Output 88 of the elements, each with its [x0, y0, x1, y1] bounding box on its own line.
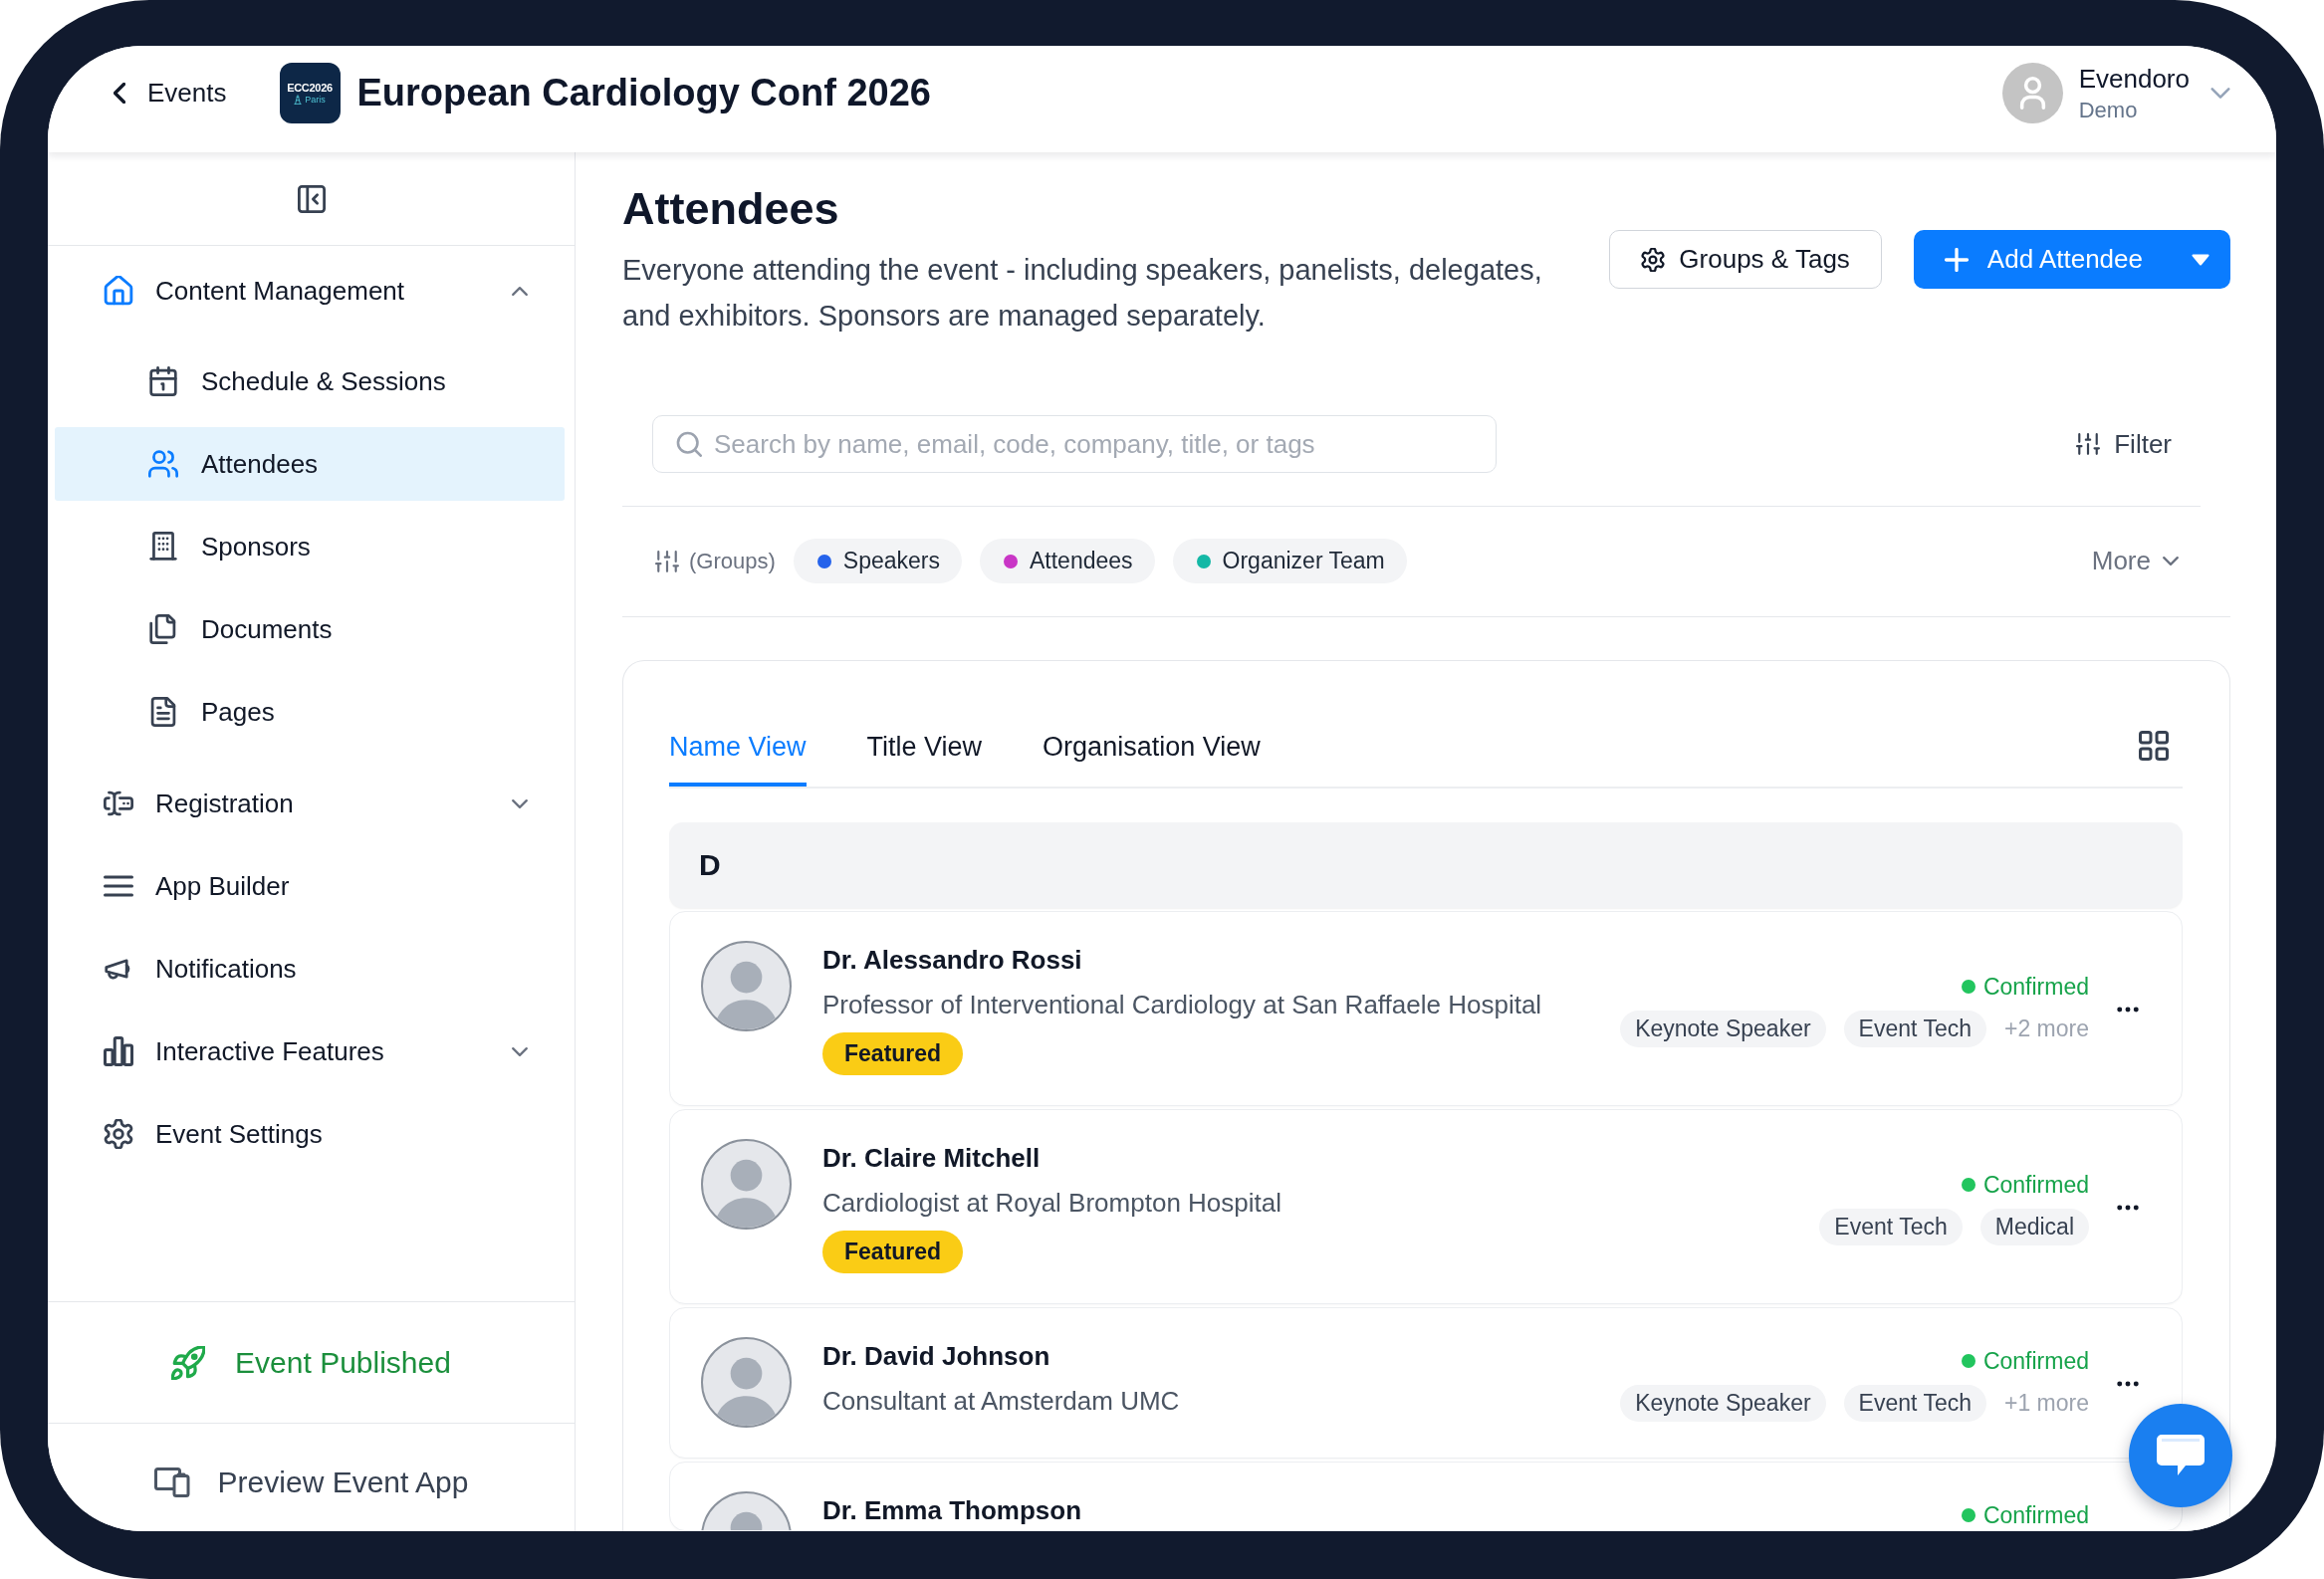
- status-label: Confirmed: [1982, 1346, 2089, 1375]
- more-icon[interactable]: [2117, 1205, 2139, 1211]
- preview-app-button[interactable]: Preview Event App: [153, 1466, 469, 1499]
- nav-item[interactable]: Event Settings: [55, 1097, 565, 1171]
- tag-chip: Medical: [1979, 1208, 2089, 1245]
- calendar-icon: [148, 366, 178, 396]
- attendee-row[interactable]: Dr. Claire Mitchell Cardiologist at Royal Brompton Hospital Featured Confirmed Event Tech Medical: [669, 1109, 2183, 1304]
- user-name: Evendoro: [2078, 63, 2190, 94]
- attendee-title: Cardiologist at Royal Brompton Hospital: [822, 1187, 1281, 1219]
- file-text-icon: [148, 697, 178, 727]
- groups-tags-button[interactable]: Groups & Tags: [1609, 230, 1882, 289]
- group-chip[interactable]: Speakers: [793, 539, 962, 583]
- tag-chip: Event Tech: [1843, 1384, 1986, 1422]
- view-tab[interactable]: Name View: [669, 731, 807, 787]
- attendee-name: Dr. Emma Thompson: [822, 1494, 1082, 1526]
- page-description: Everyone attending the event - including speakers, panelists, delegates, and exhibitors. Sponsors are managed separately.: [622, 253, 1543, 334]
- sidebar-collapse-icon[interactable]: [297, 184, 326, 213]
- sliders-icon: [655, 550, 679, 572]
- attendee-title: Consultant at Amsterdam UMC: [822, 1385, 1180, 1417]
- chevron-left-icon: [114, 83, 125, 104]
- status-label: Confirmed: [1982, 1500, 2089, 1529]
- more-tags-label: +2 more: [2004, 1015, 2089, 1042]
- featured-badge: Featured: [822, 1231, 964, 1273]
- user-subtitle: Demo: [2078, 97, 2139, 123]
- page-title: Attendees: [622, 182, 840, 236]
- tag-chip: Event Tech: [1819, 1208, 1963, 1245]
- caret-icon: [2192, 253, 2209, 266]
- nav-subitem[interactable]: Schedule & Sessions: [55, 344, 565, 418]
- nav-item[interactable]: Interactive Features: [55, 1015, 565, 1088]
- files-icon: [148, 614, 178, 644]
- gear-icon: [104, 1119, 133, 1149]
- rocket-icon: [171, 1345, 206, 1380]
- home-icon: [104, 276, 133, 306]
- more-icon[interactable]: [2117, 1381, 2139, 1387]
- more-tags-label: +1 more: [2004, 1389, 2089, 1417]
- bar-chart-icon: [104, 1036, 133, 1066]
- text-cursor-icon: [104, 789, 133, 818]
- nav-item[interactable]: Content Management: [55, 254, 565, 328]
- group-chip[interactable]: Organizer Team: [1172, 539, 1407, 583]
- tag-chip: Event Tech: [1843, 1010, 1986, 1047]
- grid-icon[interactable]: [2139, 731, 2169, 761]
- chevron-down-icon[interactable]: [512, 798, 528, 808]
- status-label: Confirmed: [1982, 972, 2089, 1001]
- view-tab[interactable]: Title View: [866, 731, 983, 787]
- attendee-row[interactable]: Dr. David Johnson Consultant at Amsterdam UMC Confirmed Keynote Speaker Event Tech +1 more: [669, 1307, 2183, 1459]
- add-attendee-button[interactable]: Add Attendee: [1913, 230, 2230, 289]
- tower-icon: [294, 95, 303, 105]
- nav-item[interactable]: Notifications: [55, 932, 565, 1006]
- chevron-down-icon[interactable]: [2210, 88, 2230, 99]
- featured-badge: Featured: [822, 1032, 964, 1075]
- search-field[interactable]: Search by name, email, code, company, title, or tags: [652, 415, 1497, 473]
- nav-subitem[interactable]: Pages: [55, 675, 565, 749]
- groups-label: (Groups): [689, 548, 776, 574]
- plus-icon: [1944, 247, 1969, 272]
- attendee-row[interactable]: Dr. Emma Thompson Confirmed: [669, 1462, 2183, 1531]
- settings-icon: [1641, 247, 1666, 272]
- nav-subitem[interactable]: Sponsors: [55, 510, 565, 583]
- attendee-title: Professor of Interventional Cardiology at San Raffaele Hospital: [822, 989, 1542, 1020]
- devices-icon: [153, 1467, 190, 1497]
- more-groups-button[interactable]: More: [2091, 546, 2179, 576]
- users-icon: [148, 449, 178, 479]
- attendee-row[interactable]: Dr. Alessandro Rossi Professor of Interventional Cardiology at San Raffaele Hospital Featured Confirmed Keynote Speaker Event Tech +2 more: [669, 911, 2183, 1106]
- logo-city: Paris: [305, 95, 326, 105]
- building-icon: [148, 532, 178, 562]
- back-link[interactable]: Events: [114, 78, 227, 109]
- nav-item[interactable]: Registration: [55, 767, 565, 840]
- section-letter-header: D: [669, 822, 2183, 908]
- chevron-down-icon: [2163, 557, 2179, 565]
- tag-chip: Keynote Speaker: [1620, 1010, 1826, 1047]
- status-label: Confirmed: [1982, 1170, 2089, 1199]
- sliders-icon: [2076, 432, 2101, 456]
- publish-status-button[interactable]: Event Published: [171, 1345, 451, 1380]
- logo-text: ECC2026: [287, 82, 333, 94]
- group-chip[interactable]: Attendees: [979, 539, 1155, 583]
- search-icon: [676, 431, 702, 457]
- nav-subitem[interactable]: Documents: [55, 592, 565, 666]
- view-tab[interactable]: Organisation View: [1043, 731, 1261, 787]
- chevron-up-icon[interactable]: [512, 286, 528, 296]
- filter-button[interactable]: Filter: [2076, 428, 2172, 460]
- attendee-name: Dr. Alessandro Rossi: [822, 944, 1082, 976]
- attendee-name: Dr. Claire Mitchell: [822, 1142, 1041, 1174]
- nav-subitem[interactable]: Attendees: [55, 427, 565, 501]
- tag-chip: Keynote Speaker: [1620, 1384, 1826, 1422]
- attendee-name: Dr. David Johnson: [822, 1340, 1050, 1372]
- nav-item[interactable]: App Builder: [55, 849, 565, 923]
- chevron-down-icon[interactable]: [512, 1046, 528, 1056]
- more-icon[interactable]: [2117, 1007, 2139, 1013]
- event-title: European Cardiology Conf 2026: [356, 72, 931, 114]
